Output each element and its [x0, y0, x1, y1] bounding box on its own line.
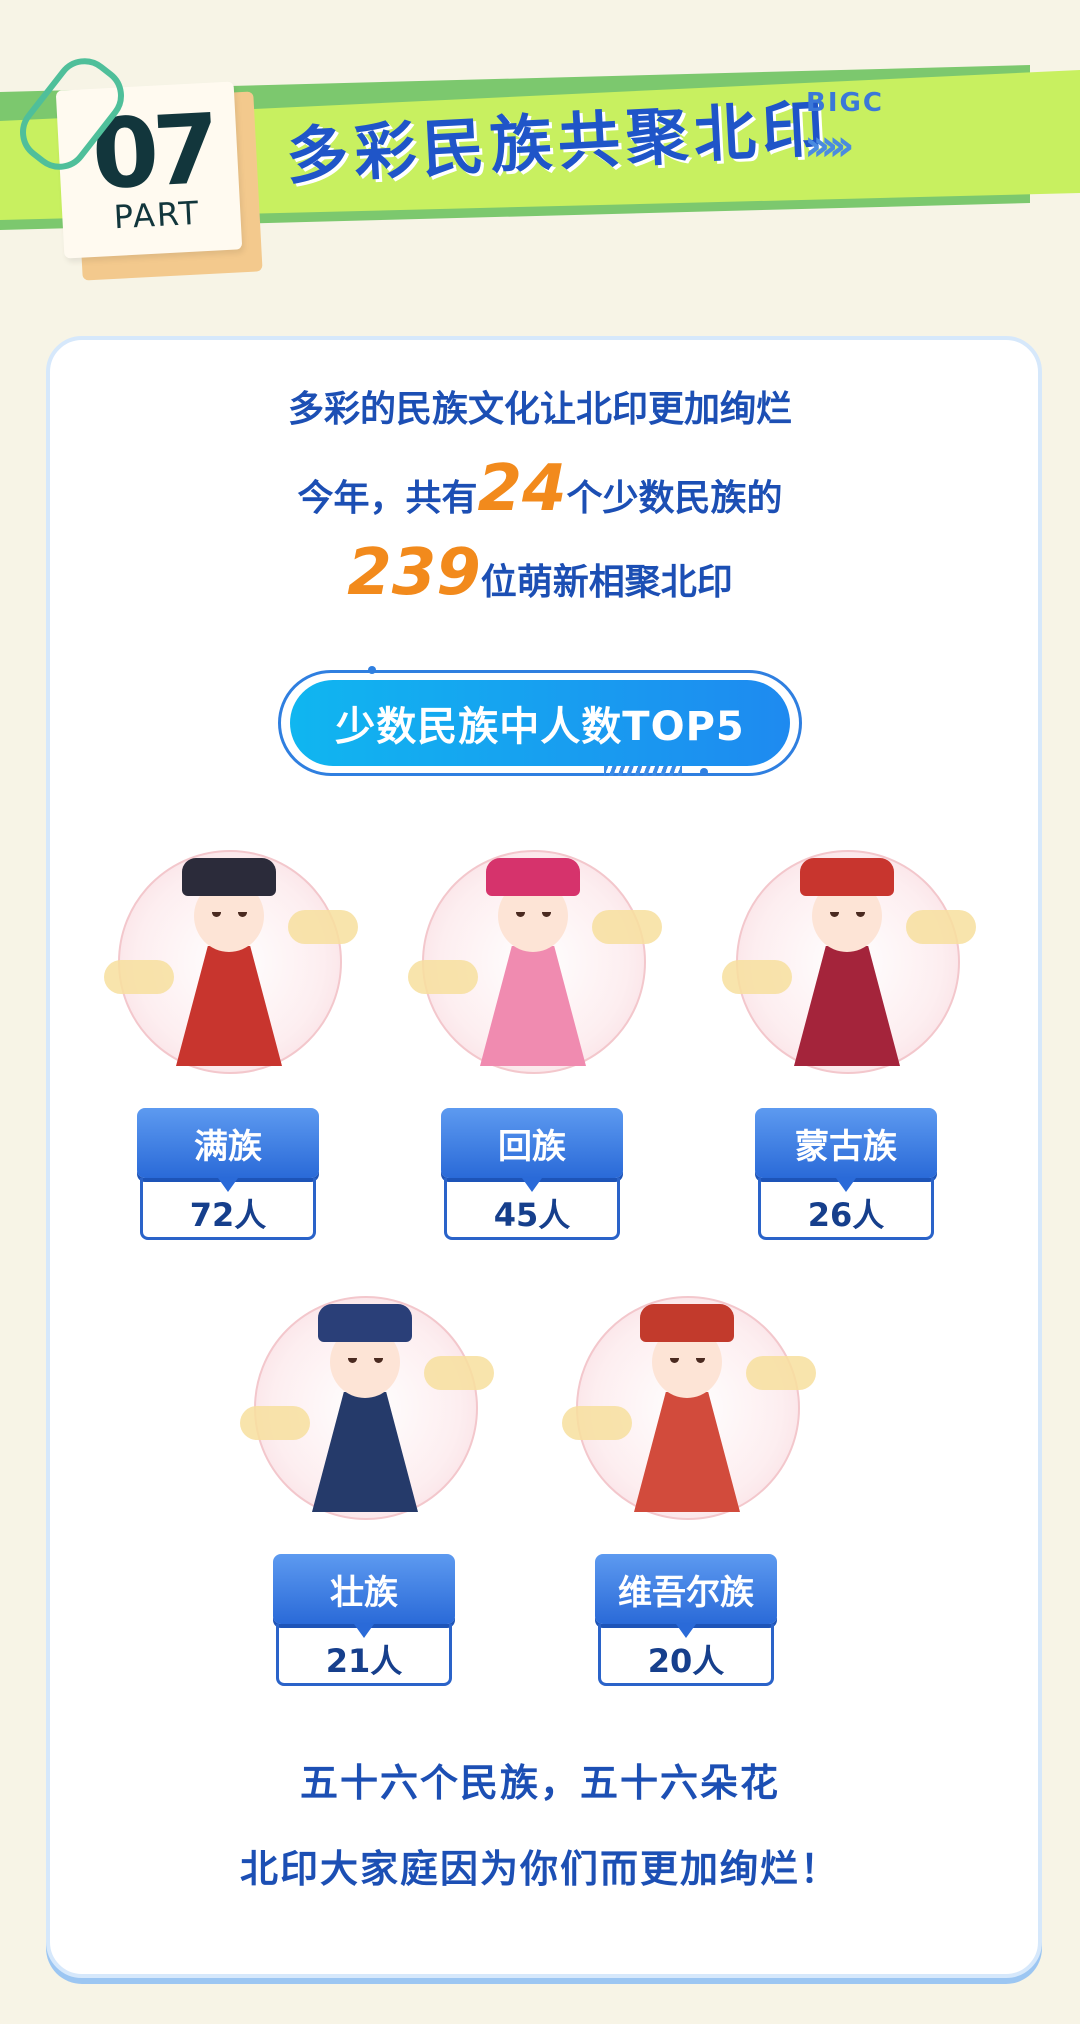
- figure-headwear: [800, 858, 894, 896]
- ethnic-group-name: 壮族: [273, 1554, 455, 1638]
- ethnic-group-name: 回族: [441, 1108, 623, 1192]
- cloud-decoration: [288, 910, 358, 944]
- student-count: 239: [347, 536, 481, 610]
- cloud-decoration: [562, 1406, 632, 1440]
- chevron-arrows-icon: ›››››: [804, 120, 855, 171]
- cloud-decoration: [592, 910, 662, 944]
- ethnic-group-name: 蒙古族: [755, 1108, 937, 1192]
- figure-headwear: [182, 858, 276, 896]
- ethnic-group-count: 26人: [758, 1178, 934, 1240]
- intro-line-1: 多彩的民族文化让北印更加绚烂: [287, 389, 792, 430]
- ethnic-costume-illustration: [408, 840, 662, 1074]
- cloud-decoration: [906, 910, 976, 944]
- intro-line-2-prefix: 今年，共有: [297, 478, 478, 519]
- figure-headwear: [640, 1304, 734, 1342]
- ethnic-group-count: 72人: [140, 1178, 316, 1240]
- cloud-decoration: [746, 1356, 816, 1390]
- intro-line-2: 今年，共有24个少数民族的: [46, 452, 1034, 526]
- ethnic-costume-illustration: [562, 1286, 816, 1520]
- pill-dot: [700, 768, 708, 776]
- ethnic-group-count: 21人: [276, 1624, 452, 1686]
- brand-label: BIGC: [806, 88, 884, 118]
- ethnic-group-name: 满族: [137, 1108, 319, 1192]
- cloud-decoration: [104, 960, 174, 994]
- outro-line-1: 五十六个民族，五十六朵花: [299, 1761, 780, 1805]
- ethnic-group-count: 24: [477, 452, 567, 526]
- intro-line-3: 239位萌新相聚北印: [46, 536, 1034, 610]
- top5-title: 少数民族中人数TOP5: [290, 680, 790, 766]
- ethnic-group-count: 45人: [444, 1178, 620, 1240]
- cloud-decoration: [408, 960, 478, 994]
- ethnic-costume-illustration: [104, 840, 358, 1074]
- cloud-decoration: [722, 960, 792, 994]
- intro-line-3-suffix: 位萌新相聚北印: [480, 562, 733, 603]
- part-label: PART: [112, 193, 202, 237]
- ethnic-costume-illustration: [240, 1286, 494, 1520]
- intro-line-2-suffix: 个少数民族的: [566, 478, 783, 519]
- outro-line-2: 北印大家庭因为你们而更加绚烂！: [239, 1847, 840, 1891]
- figure-headwear: [486, 858, 580, 896]
- figure-headwear: [318, 1304, 412, 1342]
- ethnic-group-name: 维吾尔族: [595, 1554, 777, 1638]
- pill-stripes: [604, 766, 682, 776]
- pill-dot: [368, 666, 376, 674]
- cloud-decoration: [240, 1406, 310, 1440]
- cloud-decoration: [424, 1356, 494, 1390]
- ethnic-costume-illustration: [722, 840, 976, 1074]
- ethnic-group-count: 20人: [598, 1624, 774, 1686]
